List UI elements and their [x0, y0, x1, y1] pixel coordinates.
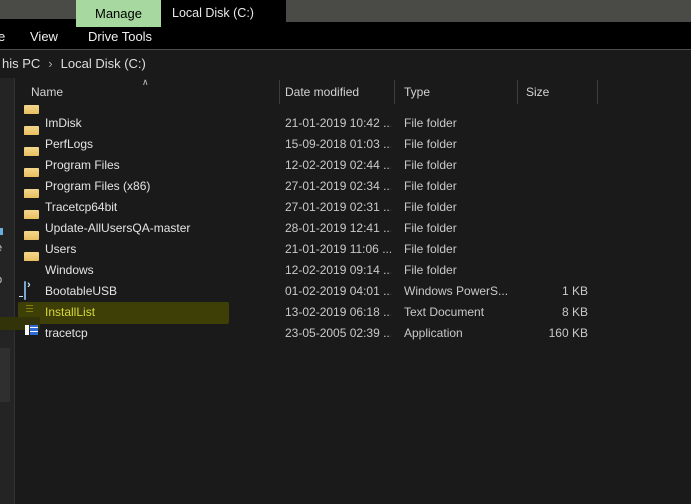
file-row[interactable]: BootableUSB 01-02-2019 04:01 ... Windows… [0, 281, 691, 302]
file-name: PerfLogs [45, 137, 94, 151]
file-size: 1 KB [561, 284, 588, 298]
file-date-modified: 13-02-2019 06:18 ... [285, 305, 391, 319]
file-size: 8 KB [561, 305, 588, 319]
file-size [518, 197, 588, 218]
file-size [518, 218, 588, 239]
file-size [518, 260, 588, 281]
window-title: Local Disk (C:) [161, 0, 286, 27]
file-name: Tracetcp64bit [45, 200, 118, 214]
file-date-modified: 12-02-2019 09:14 ... [285, 263, 391, 277]
file-date-modified: 27-01-2019 02:34 ... [285, 179, 391, 193]
column-resize-handle[interactable] [517, 80, 518, 104]
chevron-right-icon[interactable]: › [48, 56, 52, 71]
file-name: Program Files (x86) [45, 179, 151, 193]
file-date-modified: 21-01-2019 10:42 ... [285, 116, 391, 130]
file-size [518, 155, 588, 176]
file-type: File folder [404, 179, 457, 193]
file-type: File folder [404, 158, 457, 172]
file-row[interactable]: Program Files (x86) 27-01-2019 02:34 ...… [0, 176, 691, 197]
breadcrumb-this-pc[interactable]: his PC [2, 56, 40, 71]
column-resize-handle[interactable] [279, 80, 280, 104]
file-type: Windows PowerS... [404, 284, 509, 298]
column-header-name[interactable]: Name [31, 78, 63, 106]
file-row[interactable]: PerfLogs 15-09-2018 01:03 ... File folde… [0, 134, 691, 155]
file-type: File folder [404, 137, 457, 151]
tab-drive-tools[interactable]: Drive Tools [88, 27, 152, 49]
file-date-modified: 23-05-2005 02:39 ... [285, 326, 391, 340]
file-name: Program Files [45, 158, 120, 172]
file-row[interactable]: Users 21-01-2019 11:06 ... File folder [0, 239, 691, 260]
file-size [518, 134, 588, 155]
file-row[interactable]: tracetcp 23-05-2005 02:39 ... Applicatio… [0, 323, 691, 344]
file-date-modified: 12-02-2019 02:44 ... [285, 158, 391, 172]
file-size [518, 239, 588, 260]
file-row[interactable]: Program Files 12-02-2019 02:44 ... File … [0, 155, 691, 176]
file-type: File folder [404, 263, 457, 277]
background-window-strip-left [0, 0, 76, 19]
file-type: Application [404, 326, 463, 340]
file-row[interactable]: Windows 12-02-2019 09:14 ... File folder [0, 260, 691, 281]
title-bar: Manage Local Disk (C:) [0, 0, 691, 27]
file-type: Text Document [404, 305, 485, 319]
file-name: BootableUSB [45, 284, 118, 298]
file-list: ImDisk 21-01-2019 10:42 ... File folder … [0, 113, 691, 344]
column-resize-handle[interactable] [597, 80, 598, 104]
file-row[interactable]: InstallList 13-02-2019 06:18 ... Text Do… [0, 302, 691, 330]
ribbon-tab-bar: e View Drive Tools [0, 27, 691, 49]
powershell-icon [24, 281, 26, 300]
file-type: File folder [404, 200, 457, 214]
file-date-modified: 01-02-2019 04:01 ... [285, 284, 391, 298]
file-size [518, 113, 588, 134]
nav-scrollbar-thumb[interactable] [0, 348, 10, 402]
column-header-size[interactable]: Size [526, 78, 549, 106]
file-row[interactable]: ImDisk 21-01-2019 10:42 ... File folder [0, 113, 691, 134]
column-header-date-modified[interactable]: Date modified [285, 78, 359, 106]
file-name: tracetcp [45, 326, 88, 340]
manage-contextual-tab[interactable]: Manage [76, 0, 161, 27]
sort-ascending-icon: ∧ [142, 77, 149, 87]
file-name: ImDisk [45, 116, 82, 130]
breadcrumb-current-folder[interactable]: Local Disk (C:) [61, 56, 146, 71]
file-date-modified: 27-01-2019 02:31 ... [285, 200, 391, 214]
file-date-modified: 15-09-2018 01:03 ... [285, 137, 391, 151]
address-bar[interactable]: his PC › Local Disk (C:) [0, 50, 691, 77]
background-window-strip-right [286, 0, 691, 22]
file-row[interactable]: Tracetcp64bit 27-01-2019 02:31 ... File … [0, 197, 691, 218]
file-date-modified: 28-01-2019 12:41 ... [285, 221, 391, 235]
column-header-type[interactable]: Type [404, 78, 430, 106]
file-size: 160 KB [548, 326, 588, 340]
column-header-row: ∧ Name Date modified Type Size [0, 77, 691, 106]
file-name: Update-AllUsersQA-master [45, 221, 191, 235]
tab-share-partial[interactable]: e [0, 27, 5, 49]
file-name: Users [45, 242, 77, 256]
column-resize-handle[interactable] [394, 80, 395, 104]
file-type: File folder [404, 242, 457, 256]
file-type: File folder [404, 116, 457, 130]
file-name: Windows [45, 263, 94, 277]
file-date-modified: 21-01-2019 11:06 ... [285, 242, 391, 256]
file-explorer-window: Manage Local Disk (C:) e View Drive Tool… [0, 0, 691, 504]
tab-view[interactable]: View [30, 27, 58, 49]
file-size [518, 176, 588, 197]
file-row[interactable]: Update-AllUsersQA-master 28-01-2019 12:4… [0, 218, 691, 239]
file-type: File folder [404, 221, 457, 235]
file-name: InstallList [45, 305, 96, 319]
